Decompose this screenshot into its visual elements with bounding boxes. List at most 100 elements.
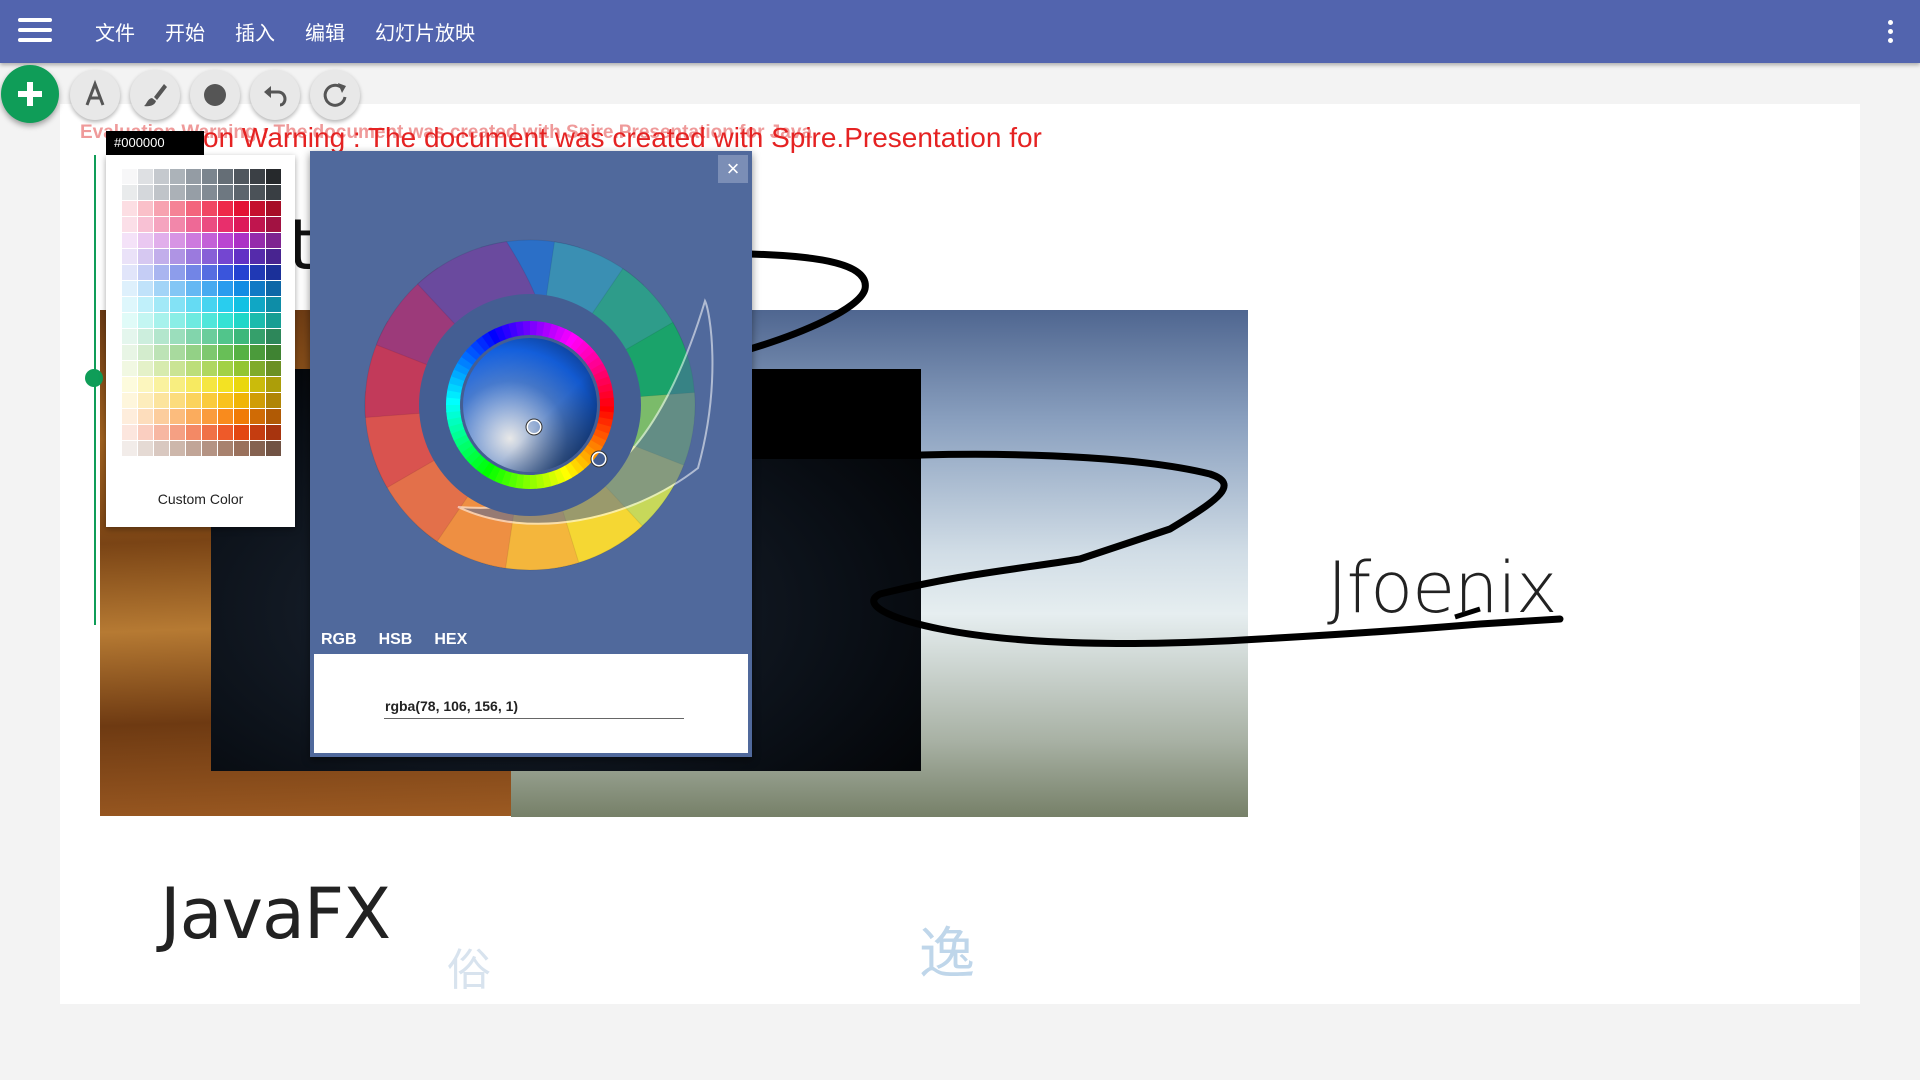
color-swatch[interactable] [234,361,249,376]
color-swatch[interactable] [170,297,185,312]
color-swatch[interactable] [154,201,169,216]
hamburger-menu-icon[interactable] [18,18,52,44]
color-swatch[interactable] [218,185,233,200]
color-swatch[interactable] [122,265,137,280]
color-swatch[interactable] [234,265,249,280]
color-swatch[interactable] [186,265,201,280]
color-swatch[interactable] [250,441,265,456]
color-swatch[interactable] [250,297,265,312]
color-swatch[interactable] [186,297,201,312]
color-swatch[interactable] [266,249,281,264]
color-swatch[interactable] [218,217,233,232]
color-swatch[interactable] [186,441,201,456]
color-swatch[interactable] [234,233,249,248]
menu-insert[interactable]: 插入 [220,17,290,46]
color-swatch[interactable] [218,281,233,296]
color-swatch[interactable] [218,377,233,392]
color-swatch[interactable] [138,169,153,184]
color-swatch[interactable] [202,249,217,264]
brush-tool-button[interactable] [130,70,180,120]
color-swatch[interactable] [154,169,169,184]
color-swatch[interactable] [250,169,265,184]
color-swatch[interactable] [186,281,201,296]
color-swatch[interactable] [266,393,281,408]
color-swatch[interactable] [186,377,201,392]
color-swatch[interactable] [138,409,153,424]
color-swatch[interactable] [138,233,153,248]
color-swatch[interactable] [170,249,185,264]
color-swatch[interactable] [266,441,281,456]
color-swatch[interactable] [250,265,265,280]
color-swatch[interactable] [186,201,201,216]
color-swatch[interactable] [266,329,281,344]
color-swatch[interactable] [186,249,201,264]
color-swatch[interactable] [250,409,265,424]
tab-rgb[interactable]: RGB [310,625,368,658]
color-swatch[interactable] [170,265,185,280]
color-swatch[interactable] [186,425,201,440]
color-swatch[interactable] [202,233,217,248]
color-swatch[interactable] [170,441,185,456]
color-swatch[interactable] [170,313,185,328]
color-swatch[interactable] [154,313,169,328]
color-swatch[interactable] [170,169,185,184]
color-swatch[interactable] [170,393,185,408]
color-swatch[interactable] [218,313,233,328]
color-swatch[interactable] [154,377,169,392]
color-swatch[interactable] [250,361,265,376]
color-swatch[interactable] [234,201,249,216]
color-swatch[interactable] [122,409,137,424]
color-swatch[interactable] [122,297,137,312]
color-swatch[interactable] [138,377,153,392]
color-swatch[interactable] [250,249,265,264]
color-swatch[interactable] [202,313,217,328]
color-swatch[interactable] [170,377,185,392]
color-swatch[interactable] [154,425,169,440]
color-swatch[interactable] [234,185,249,200]
color-swatch[interactable] [234,425,249,440]
color-swatch[interactable] [186,233,201,248]
color-swatch[interactable] [218,249,233,264]
color-swatch[interactable] [266,201,281,216]
color-swatch[interactable] [154,185,169,200]
color-swatch[interactable] [250,233,265,248]
color-swatch[interactable] [218,425,233,440]
color-swatch[interactable] [138,393,153,408]
color-swatch[interactable] [122,313,137,328]
custom-color-button[interactable]: Custom Color [106,491,295,507]
color-swatch[interactable] [202,265,217,280]
color-swatch[interactable] [170,425,185,440]
color-swatch[interactable] [202,409,217,424]
color-swatch[interactable] [234,345,249,360]
color-swatch[interactable] [266,297,281,312]
close-icon[interactable]: × [718,155,748,183]
color-swatch[interactable] [154,217,169,232]
color-swatch[interactable] [218,233,233,248]
color-swatch[interactable] [122,281,137,296]
color-swatch[interactable] [234,169,249,184]
color-swatch[interactable] [266,185,281,200]
color-swatch[interactable] [122,361,137,376]
color-swatch[interactable] [122,201,137,216]
color-swatch[interactable] [138,281,153,296]
color-swatch[interactable] [250,345,265,360]
menu-slideshow[interactable]: 幻灯片放映 [360,17,490,46]
color-swatch[interactable] [154,265,169,280]
color-swatch[interactable] [154,233,169,248]
color-swatch[interactable] [186,329,201,344]
color-swatch[interactable] [218,329,233,344]
color-swatch[interactable] [170,201,185,216]
color-swatch[interactable] [122,441,137,456]
color-swatch[interactable] [266,425,281,440]
color-swatch[interactable] [122,169,137,184]
color-swatch[interactable] [154,281,169,296]
color-swatch[interactable] [170,409,185,424]
color-swatch[interactable] [234,441,249,456]
color-swatch[interactable] [138,441,153,456]
color-swatch[interactable] [170,217,185,232]
color-swatch[interactable] [170,329,185,344]
color-swatch[interactable] [202,361,217,376]
color-swatch[interactable] [234,377,249,392]
color-wheel[interactable] [310,191,752,621]
color-swatch[interactable] [122,217,137,232]
